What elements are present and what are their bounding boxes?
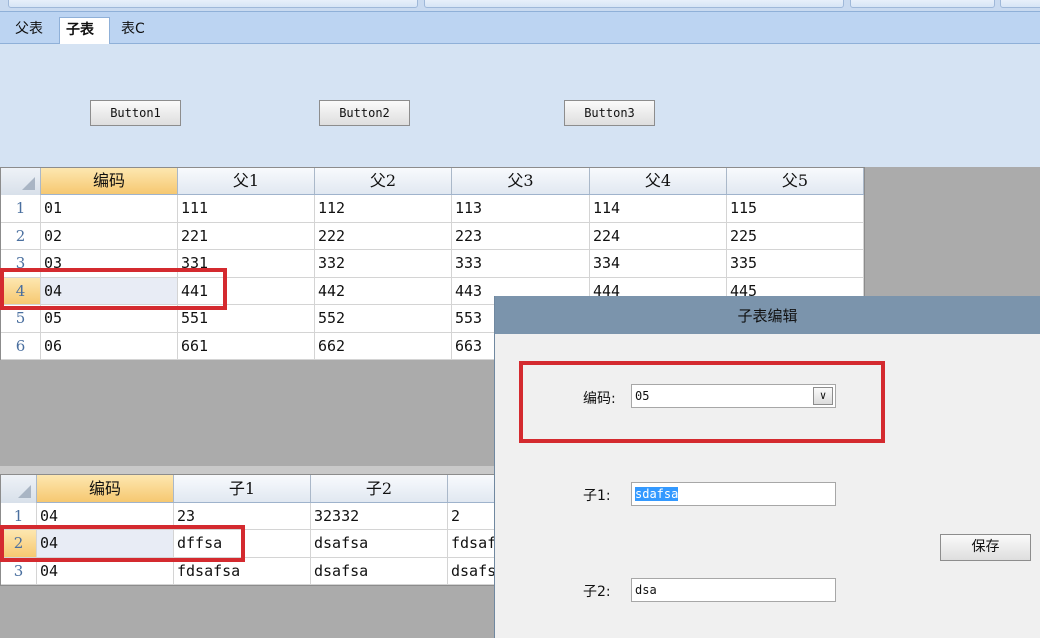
table-row[interactable]: 1 01 111 112 113 114 115 xyxy=(1,195,864,223)
column-header-code[interactable]: 编码 xyxy=(37,475,174,502)
button3[interactable]: Button3 xyxy=(564,100,655,126)
column-header-f5[interactable]: 父5 xyxy=(727,168,864,194)
table-cell[interactable]: 225 xyxy=(727,223,864,249)
table-cell[interactable]: 115 xyxy=(727,195,864,222)
ribbon-segment[interactable] xyxy=(1000,0,1040,8)
ribbon-strip xyxy=(0,0,1040,12)
row-header[interactable]: 6 xyxy=(1,333,41,359)
annotation-box-child-row xyxy=(0,525,245,562)
table-cell[interactable]: 113 xyxy=(452,195,590,222)
ribbon-segment[interactable] xyxy=(850,0,995,8)
sub2-label: 子2: xyxy=(583,584,611,600)
tab-parent-table[interactable]: 父表 xyxy=(9,17,49,44)
table-cell[interactable]: 332 xyxy=(315,250,452,277)
column-header-code[interactable]: 编码 xyxy=(41,168,178,194)
button-panel: Button1 Button2 Button3 xyxy=(0,44,1040,167)
row-header[interactable]: 2 xyxy=(1,223,41,249)
tab-child-table[interactable]: 子表 xyxy=(59,17,110,44)
row-header[interactable]: 1 xyxy=(1,195,41,222)
column-header-c2[interactable]: 子2 xyxy=(311,475,448,502)
table-cell[interactable]: dsafsa xyxy=(311,530,448,557)
table-cell[interactable]: 661 xyxy=(178,333,315,359)
table-cell[interactable]: 552 xyxy=(315,305,452,332)
table-cell[interactable]: 112 xyxy=(315,195,452,222)
column-header-c1[interactable]: 子1 xyxy=(174,475,311,502)
table-cell[interactable]: 222 xyxy=(315,223,452,249)
sub1-input-value: sdafsa xyxy=(635,487,679,501)
table-cell[interactable]: 442 xyxy=(315,278,452,304)
corner-triangle-icon xyxy=(18,485,31,498)
table-row[interactable]: 2 02 221 222 223 224 225 xyxy=(1,223,864,250)
dialog-title[interactable]: 子表编辑 xyxy=(495,296,1040,334)
table-cell[interactable]: 06 xyxy=(41,333,178,359)
ribbon-segment[interactable] xyxy=(424,0,844,8)
sub1-label: 子1: xyxy=(583,488,611,504)
table-cell[interactable]: 114 xyxy=(590,195,727,222)
column-header-f3[interactable]: 父3 xyxy=(452,168,590,194)
tab-strip: 父表 子表 表C xyxy=(0,12,1040,44)
sub2-input[interactable]: dsa xyxy=(631,578,836,602)
table-cell[interactable]: 223 xyxy=(452,223,590,249)
table-cell[interactable]: 01 xyxy=(41,195,178,222)
sub2-input-value: dsa xyxy=(635,583,657,597)
button1[interactable]: Button1 xyxy=(90,100,181,126)
save-button[interactable]: 保存 xyxy=(940,534,1031,561)
table-cell[interactable]: 221 xyxy=(178,223,315,249)
select-all-corner[interactable] xyxy=(1,168,41,195)
corner-triangle-icon xyxy=(22,177,35,190)
annotation-box-parent-row xyxy=(0,268,227,310)
select-all-corner[interactable] xyxy=(1,475,37,503)
sub1-input[interactable]: sdafsa xyxy=(631,482,836,506)
table-cell[interactable]: 662 xyxy=(315,333,452,359)
table-cell[interactable]: 224 xyxy=(590,223,727,249)
table-cell[interactable]: 335 xyxy=(727,250,864,277)
child-edit-dialog: 子表编辑 编码: 05 ∨ 子1: sdafsa 保存 子2: dsa xyxy=(494,296,1040,638)
table-cell[interactable]: 111 xyxy=(178,195,315,222)
annotation-box-code xyxy=(519,361,885,443)
tab-table-c[interactable]: 表C xyxy=(115,17,151,44)
column-header-f4[interactable]: 父4 xyxy=(590,168,727,194)
parent-grid-header: 编码 父1 父2 父3 父4 父5 xyxy=(1,168,864,195)
table-cell[interactable]: 02 xyxy=(41,223,178,249)
table-cell[interactable]: 32332 xyxy=(311,503,448,529)
table-cell[interactable]: 333 xyxy=(452,250,590,277)
column-header-f2[interactable]: 父2 xyxy=(315,168,452,194)
column-header-f1[interactable]: 父1 xyxy=(178,168,315,194)
table-cell[interactable]: 334 xyxy=(590,250,727,277)
table-cell[interactable]: dsafsa xyxy=(311,558,448,584)
ribbon-segment[interactable] xyxy=(8,0,418,8)
button2[interactable]: Button2 xyxy=(319,100,410,126)
